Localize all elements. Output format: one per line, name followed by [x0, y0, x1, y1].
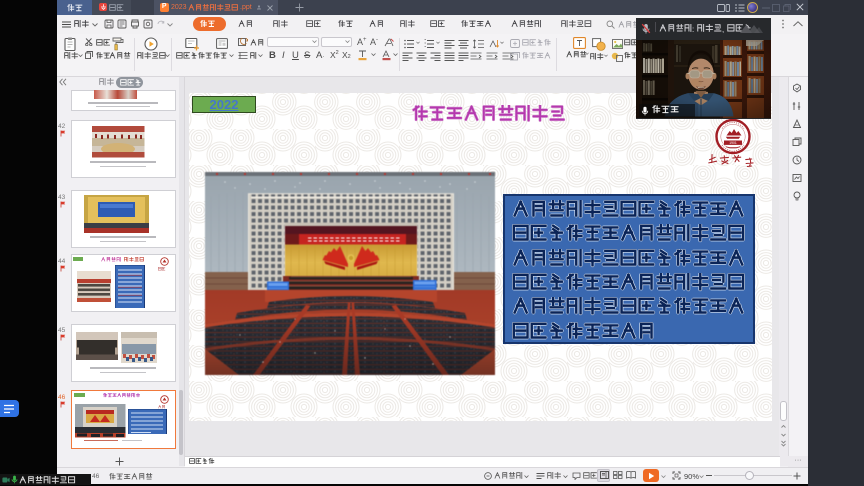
svg-text:1901: 1901: [729, 141, 737, 145]
